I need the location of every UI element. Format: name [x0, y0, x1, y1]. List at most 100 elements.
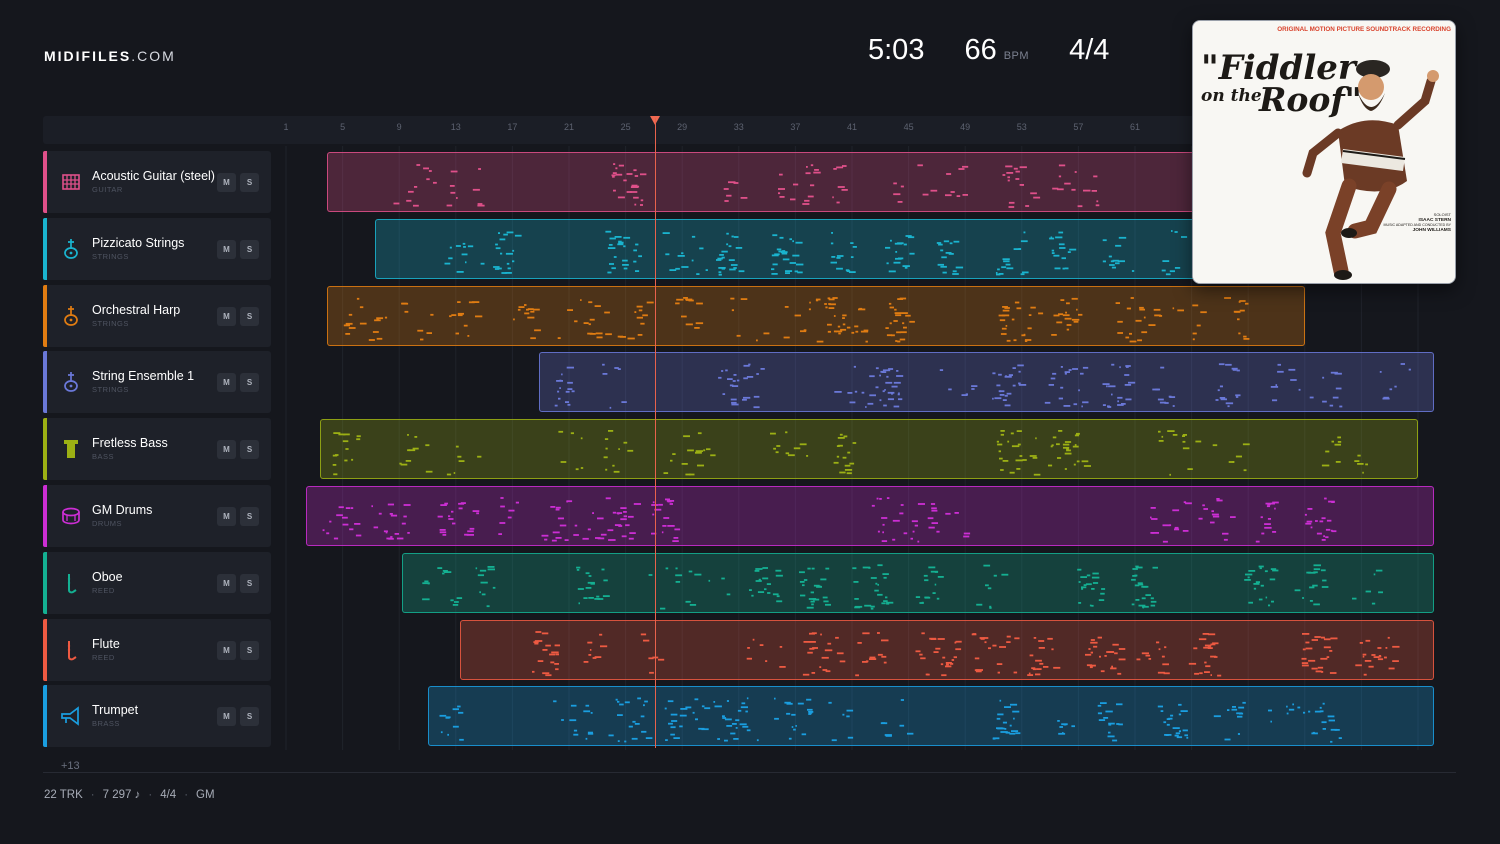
- footer-note-count: 7 297 ♪: [102, 789, 141, 801]
- trumpet-icon: [61, 705, 81, 727]
- album-title-2: on the: [1201, 86, 1262, 106]
- note-lane-trumpet[interactable]: [428, 686, 1434, 746]
- mute-button[interactable]: M: [217, 240, 236, 259]
- brand-domain: .COM: [131, 48, 176, 64]
- track-header-gm-drums[interactable]: GM Drums DRUMS M S: [43, 485, 271, 547]
- mute-button[interactable]: M: [217, 373, 236, 392]
- track-name: Acoustic Guitar (steel): [92, 169, 215, 183]
- playhead-line[interactable]: [655, 118, 656, 748]
- track-header-pizzicato-strings[interactable]: Pizzicato Strings STRINGS M S: [43, 218, 271, 280]
- track-name: Flute: [92, 637, 120, 651]
- ruler-tick-5: 5: [340, 122, 346, 132]
- track-name: String Ensemble 1: [92, 369, 195, 383]
- track-header-fretless-bass[interactable]: Fretless Bass BASS M S: [43, 418, 271, 480]
- note-lane-fretless-bass[interactable]: [320, 419, 1418, 479]
- ruler-tick-21: 21: [563, 122, 575, 132]
- solo-button[interactable]: S: [240, 373, 259, 392]
- ruler-tick-61: 61: [1129, 122, 1141, 132]
- track-header-acoustic-guitar-steel[interactable]: Acoustic Guitar (steel) GUITAR M S: [43, 151, 271, 213]
- track-color-bar: [43, 485, 47, 547]
- track-category: GUITAR: [92, 185, 123, 194]
- solo-button[interactable]: S: [240, 707, 259, 726]
- track-color-bar: [43, 285, 47, 347]
- ruler-tick-9: 9: [396, 122, 402, 132]
- ruler-tick-13: 13: [450, 122, 461, 132]
- track-name: GM Drums: [92, 503, 153, 517]
- track-name: Oboe: [92, 570, 123, 584]
- note-lane-flute[interactable]: [460, 620, 1434, 680]
- album-credit-3: MUSIC ADAPTED AND CONDUCTED BY: [1384, 223, 1452, 227]
- note-lane-string-ensemble-1[interactable]: [539, 352, 1434, 412]
- solo-button[interactable]: S: [240, 173, 259, 192]
- time-signature-readout: 4/4: [1069, 34, 1110, 66]
- footer-separator: ·: [90, 789, 95, 801]
- track-name: Pizzicato Strings: [92, 236, 185, 250]
- brand-logo[interactable]: MIDIFILES.COM: [44, 48, 176, 64]
- ruler-tick-49: 49: [960, 122, 971, 132]
- solo-button[interactable]: S: [240, 641, 259, 660]
- track-name: Orchestral Harp: [92, 303, 181, 317]
- album-credit-4: JOHN WILLIAMS: [1413, 227, 1452, 233]
- track-category: BASS: [92, 452, 115, 461]
- ruler-tick-17: 17: [507, 122, 518, 132]
- ruler-tick-53: 53: [1016, 122, 1027, 132]
- solo-button[interactable]: S: [240, 307, 259, 326]
- note-lane-gm-drums[interactable]: [306, 486, 1434, 546]
- song-stats: 5:03 66 BPM 4/4: [868, 34, 1109, 67]
- mute-button[interactable]: M: [217, 307, 236, 326]
- mute-button[interactable]: M: [217, 507, 236, 526]
- track-name: Fretless Bass: [92, 436, 168, 450]
- mute-button[interactable]: M: [217, 641, 236, 660]
- track-category: REED: [92, 586, 115, 595]
- solo-button[interactable]: S: [240, 440, 259, 459]
- track-header-trumpet[interactable]: Trumpet BRASS M S: [43, 685, 271, 747]
- footer-separator: ·: [148, 789, 153, 801]
- ruler-tick-37: 37: [790, 122, 801, 132]
- track-color-bar: [43, 218, 47, 280]
- track-color-bar: [43, 619, 47, 681]
- track-color-bar: [43, 418, 47, 480]
- duration-readout: 5:03: [868, 34, 925, 66]
- track-category: STRINGS: [92, 252, 129, 261]
- track-category: DRUMS: [92, 519, 122, 528]
- track-header-orchestral-harp[interactable]: Orchestral Harp STRINGS M S: [43, 285, 271, 347]
- footer-divider: [43, 772, 1456, 773]
- album-top-line: ORIGINAL MOTION PICTURE SOUNDTRACK RECOR…: [1277, 26, 1451, 33]
- solo-button[interactable]: S: [240, 507, 259, 526]
- track-header-flute[interactable]: Flute REED M S: [43, 619, 271, 681]
- mute-button[interactable]: M: [217, 707, 236, 726]
- footer-track-count: 22 TRK: [44, 789, 83, 801]
- mute-button[interactable]: M: [217, 440, 236, 459]
- mute-button[interactable]: M: [217, 574, 236, 593]
- track-header-string-ensemble-1[interactable]: String Ensemble 1 STRINGS M S: [43, 351, 271, 413]
- ruler-tick-41: 41: [846, 122, 858, 132]
- drum-icon: [61, 505, 81, 527]
- solo-button[interactable]: S: [240, 574, 259, 593]
- album-cover: ORIGINAL MOTION PICTURE SOUNDTRACK RECOR…: [1192, 20, 1456, 284]
- track-header-oboe[interactable]: Oboe REED M S: [43, 552, 271, 614]
- note-lane-orchestral-harp[interactable]: [327, 286, 1305, 346]
- violin-icon: [61, 371, 81, 393]
- violin-icon: [61, 305, 81, 327]
- ruler-tick-57: 57: [1073, 122, 1084, 132]
- ruler-tick-1: 1: [283, 122, 289, 132]
- ruler-tick-25: 25: [620, 122, 631, 132]
- mute-button[interactable]: M: [217, 173, 236, 192]
- note-lane-oboe[interactable]: [402, 553, 1434, 613]
- footer-time-signature: 4/4: [160, 789, 177, 801]
- track-category: STRINGS: [92, 385, 129, 394]
- footer-separator: ·: [184, 789, 189, 801]
- track-color-bar: [43, 351, 47, 413]
- more-tracks-link[interactable]: +13: [61, 760, 80, 772]
- track-name: Trumpet: [92, 703, 139, 717]
- solo-button[interactable]: S: [240, 240, 259, 259]
- bass-icon: [61, 438, 81, 460]
- footer-midi-standard: GM: [196, 789, 215, 801]
- footer-stats: 22 TRK · 7 297 ♪ · 4/4 · GM: [44, 789, 215, 801]
- reed-icon: [61, 572, 81, 594]
- guitar-icon: [61, 171, 81, 193]
- track-color-bar: [43, 151, 47, 213]
- brand-name: MIDIFILES: [44, 48, 132, 64]
- track-color-bar: [43, 685, 47, 747]
- ruler-tick-33: 33: [733, 122, 744, 132]
